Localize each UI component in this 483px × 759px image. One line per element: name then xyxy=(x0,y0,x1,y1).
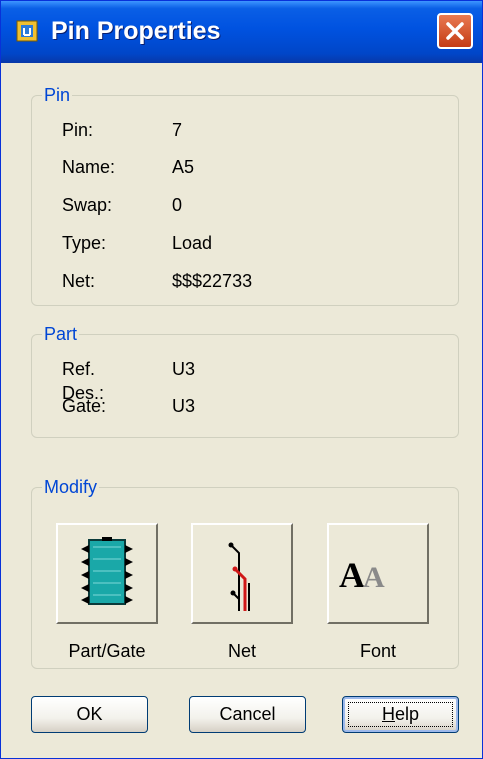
part-gate-button[interactable] xyxy=(56,523,158,624)
type-label: Type: xyxy=(62,233,107,253)
name-label: Name: xyxy=(62,157,116,177)
pin-properties-dialog: Pin Properties Pin Pin: 7 Name: A5 Swap:… xyxy=(0,0,483,759)
gate-label: Gate: xyxy=(62,396,107,416)
type-value: Load xyxy=(172,233,213,253)
part-gate-label: Part/Gate xyxy=(68,641,146,661)
net-label: Net xyxy=(227,641,256,661)
title-bar[interactable]: Pin Properties xyxy=(1,1,482,63)
ok-button-label: OK xyxy=(76,704,103,724)
ref-des-value: U3 xyxy=(172,359,196,379)
pin-label: Pin: xyxy=(62,120,94,140)
font-aa-icon: A A xyxy=(339,555,385,595)
net-button[interactable] xyxy=(191,523,293,624)
part-group-legend: Part xyxy=(42,322,80,346)
net-value: $$$22733 xyxy=(172,271,253,291)
net-traces-icon xyxy=(228,542,250,611)
chip-icon xyxy=(81,537,133,605)
font-button[interactable]: A A xyxy=(327,523,429,624)
swap-label: Swap: xyxy=(62,195,113,215)
focus-rectangle xyxy=(348,702,453,727)
swap-value: 0 xyxy=(172,195,183,215)
help-button[interactable]: Help xyxy=(342,696,459,733)
net-label: Net: xyxy=(62,271,96,291)
close-icon xyxy=(446,22,464,40)
close-button[interactable] xyxy=(437,13,473,49)
pin-group: Pin Pin: 7 Name: A5 Swap: 0 Type: Load N… xyxy=(31,83,459,306)
modify-group: Modify Part/Gate Net A A Font xyxy=(31,475,459,669)
name-value: A5 xyxy=(172,157,195,177)
pin-value: 7 xyxy=(172,120,183,140)
part-group: Part Ref. Des.: U3 Gate: U3 xyxy=(31,322,459,438)
ok-button[interactable]: OK xyxy=(31,696,148,733)
font-label: Font xyxy=(359,641,397,661)
pin-group-legend: Pin xyxy=(42,83,73,107)
svg-text:A: A xyxy=(339,555,365,595)
cancel-button[interactable]: Cancel xyxy=(189,696,306,733)
window-title: Pin Properties xyxy=(51,17,221,45)
app-icon xyxy=(16,20,38,42)
svg-text:A: A xyxy=(363,561,385,594)
modify-group-legend: Modify xyxy=(42,475,100,499)
gate-value: U3 xyxy=(172,396,196,416)
cancel-button-label: Cancel xyxy=(219,704,276,724)
